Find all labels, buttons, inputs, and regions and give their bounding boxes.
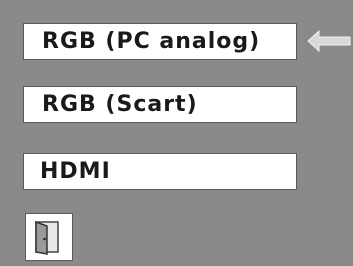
left-arrow-icon — [307, 30, 351, 52]
menu-item-rgb-pc-analog[interactable]: RGB (PC analog) — [23, 23, 297, 60]
menu-item-label: RGB (Scart) — [42, 92, 198, 117]
menu-item-hdmi[interactable]: HDMI — [23, 153, 297, 190]
menu-item-label: RGB (PC analog) — [42, 29, 261, 54]
menu-item-rgb-scart[interactable]: RGB (Scart) — [23, 86, 297, 123]
menu-item-label: HDMI — [40, 159, 111, 184]
door-exit-icon — [35, 220, 59, 255]
exit-button[interactable] — [25, 213, 73, 261]
